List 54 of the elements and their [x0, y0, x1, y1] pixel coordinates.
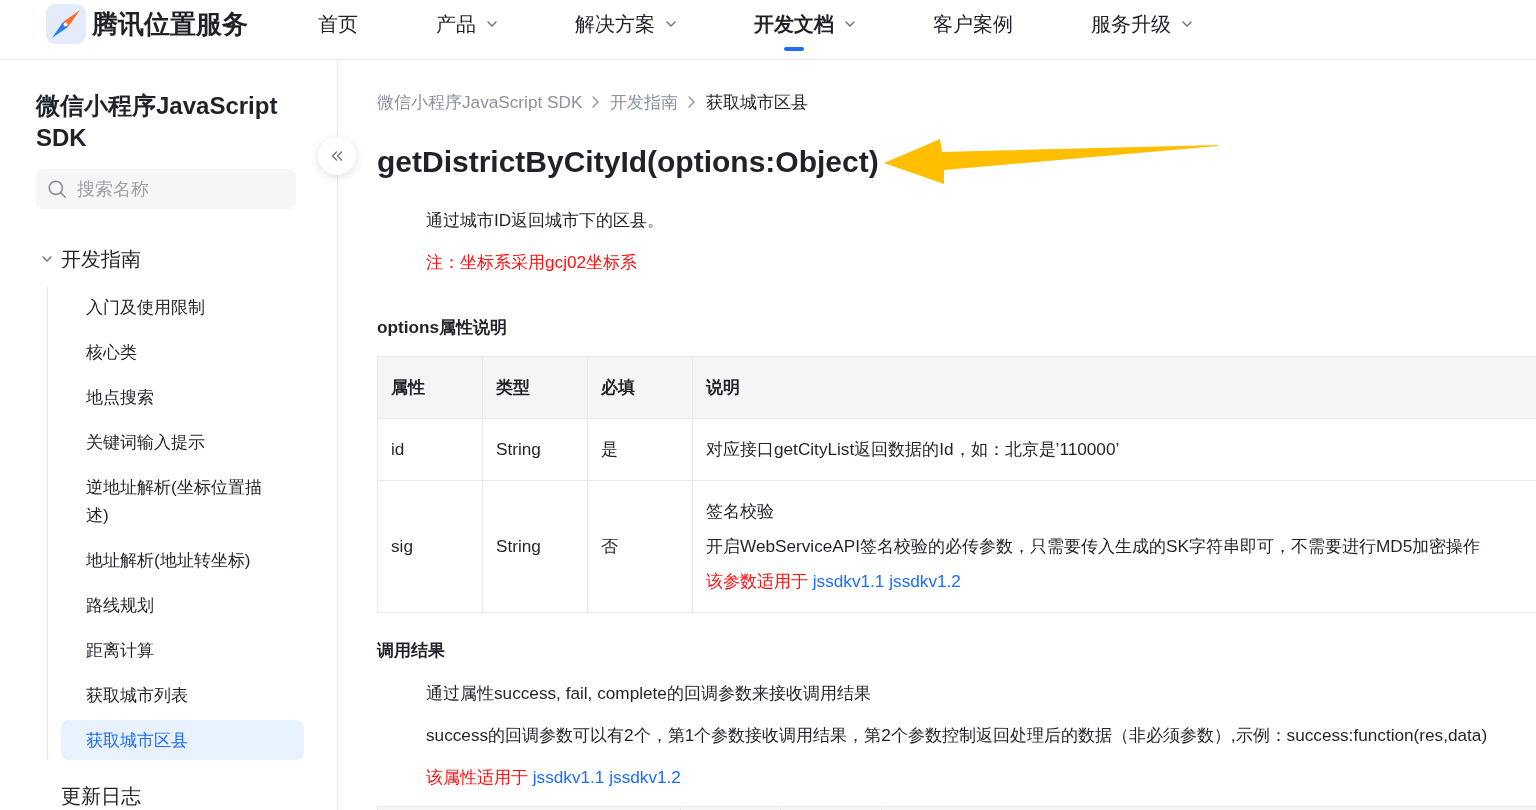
chevron-right-icon [688, 96, 696, 108]
collapse-button[interactable] [318, 137, 356, 175]
note-text: 注：坐标系采用gcj02坐标系 [426, 251, 638, 274]
sidebar-item[interactable]: 核心类 [61, 332, 304, 372]
breadcrumb-current: 获取城市区县 [706, 91, 809, 114]
search-icon [48, 180, 66, 198]
column-header: 类型 [482, 356, 588, 419]
body-text: 通过城市ID返回城市下的区县。 [426, 209, 665, 232]
nav-item[interactable]: 产品 [436, 0, 497, 59]
nav-item[interactable]: 客户案例 [933, 0, 1013, 59]
compat-note: 该属性适用于 jssdkv1.1 jssdkv1.2 [426, 766, 681, 789]
cell-text: 对应接口getCityList返回数据的Id，如：北京是’110000’ [706, 438, 1120, 461]
version-link[interactable]: jssdkv1.2 [889, 571, 961, 591]
column-header: 属性 [377, 356, 483, 419]
sidebar-item[interactable]: 入门及使用限制 [61, 287, 304, 327]
sidebar-item[interactable]: 获取城市列表 [61, 675, 304, 715]
table-cell: String [482, 418, 588, 481]
search-field[interactable]: 搜索名称 [36, 169, 296, 209]
section-heading: 调用结果 [377, 639, 445, 662]
nav-item[interactable]: 首页 [318, 0, 358, 59]
sidebar-item[interactable]: 路线规划 [61, 585, 304, 625]
cell-text: 开启WebServiceAPI签名校验的必传参数，只需要传入生成的SK字符串即可，不需要进行MD5加密操作 [706, 535, 1481, 558]
section-heading: options属性说明 [377, 316, 508, 339]
logo-icon [46, 4, 86, 44]
column-header: 必填 [587, 356, 693, 419]
table-cell: 是 [587, 418, 693, 481]
column-header: 说明 [692, 356, 1536, 419]
double-chevron-left-icon [331, 151, 343, 161]
sidebar-item[interactable]: 逆地址解析(坐标位置描述) [61, 467, 304, 535]
nav-item[interactable]: 开发文档 [754, 0, 855, 59]
chevron-right-icon [592, 96, 600, 108]
body-text: 通过属性success, fail, complete的回调参数来接收调用结果 [426, 682, 871, 705]
body-text: success的回调参数可以有2个，第1个参数接收调用结果，第2个参数控制返回处理后的数据（非必须参数）,示例：success:function(res,data) [426, 724, 1488, 747]
sidebar-item[interactable]: 获取城市区县 [61, 720, 304, 760]
table-cell: id [377, 418, 483, 481]
compat-note: 该参数适用于 jssdkv1.1 jssdkv1.2 [706, 570, 961, 593]
version-link[interactable]: jssdkv1.1 [532, 767, 605, 787]
sidebar-item[interactable]: 地址解析(地址转坐标) [61, 540, 304, 580]
nav-group[interactable]: 更新日志 [36, 782, 141, 810]
sidebar-item[interactable]: 地点搜索 [61, 377, 304, 417]
table-cell: sig [377, 480, 483, 613]
page-title: getDistrictByCityId(options:Object) [377, 144, 879, 180]
nav-item[interactable]: 解决方案 [575, 0, 676, 59]
table-cell: 否 [587, 480, 693, 613]
table-cell: String [482, 480, 588, 613]
version-link[interactable]: jssdkv1.2 [609, 767, 681, 787]
sidebar-item[interactable]: 距离计算 [61, 630, 304, 670]
sidebar-title: 微信小程序JavaScript SDK [36, 91, 279, 153]
nav-item[interactable]: 服务升级 [1091, 0, 1192, 59]
nav-group[interactable]: 开发指南 [36, 245, 141, 273]
sidebar-item[interactable]: 关键词输入提示 [61, 422, 304, 462]
version-link[interactable]: jssdkv1.1 [812, 571, 885, 591]
cell-text: 签名校验 [706, 500, 774, 523]
brand-name: 腾讯位置服务 [92, 8, 248, 40]
